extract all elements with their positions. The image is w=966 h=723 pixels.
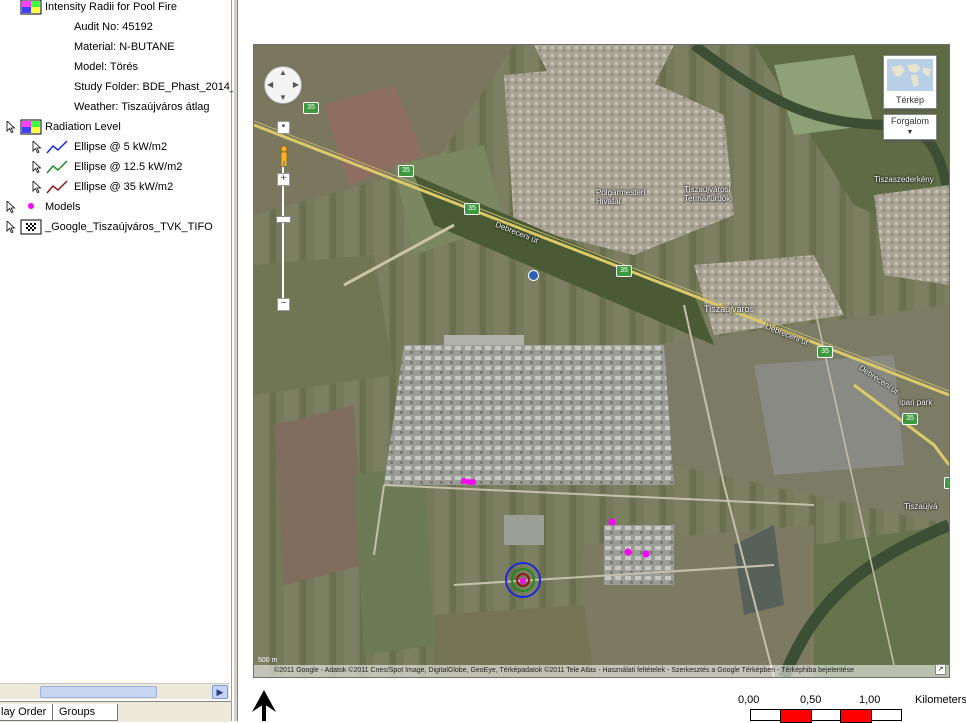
route-35-shield: 35 — [616, 265, 632, 277]
zoom-out-button[interactable]: − — [277, 298, 290, 311]
layer-google-image[interactable]: _Google_Tiszaújváros_TVK_TIFO — [6, 218, 213, 236]
map-copyright: ©2011 Google - Adatok ©2011 Cnes/Spot Im… — [254, 665, 949, 677]
scale-bar-frame — [750, 709, 902, 721]
multicolor-layer-icon — [20, 0, 42, 15]
map-type-label: Térkép — [895, 95, 924, 105]
pegman-icon[interactable] — [278, 145, 290, 167]
scale-units: Kilometers — [915, 694, 966, 706]
pointer-icon — [32, 161, 42, 173]
route-35-shield: 35 — [398, 165, 414, 177]
material-text: Material: N-BUTANE — [74, 41, 175, 53]
route-35-shield: 35 — [464, 203, 480, 215]
pointer-icon — [6, 221, 16, 233]
label-termalfurdo: Tiszaújvárosi Termálfürdők — [684, 185, 731, 203]
world-map-icon — [887, 59, 933, 91]
scale-tick-0: 0,00 — [738, 694, 760, 706]
model-text: Model: Törés — [74, 61, 138, 73]
label-tiszaujvaros: Tiszaújváros — [704, 304, 755, 314]
route-35-shield: 35 — [944, 477, 949, 489]
layer-models[interactable]: Models — [6, 198, 80, 216]
raster-layer-icon — [20, 219, 42, 235]
layer-legend-panel: Intensity Radii for Pool Fire Audit No: … — [0, 0, 236, 722]
google-layer-label: _Google_Tiszaújváros_TVK_TIFO — [45, 221, 213, 233]
satellite-imagery — [254, 45, 949, 677]
scale-tick-100: 1,00 — [859, 694, 881, 706]
scale-tick-050: 0,50 — [800, 694, 822, 706]
pointer-icon — [32, 181, 42, 193]
zoom-reset-icon[interactable]: • — [277, 121, 290, 134]
layer-ellipse-5[interactable]: Ellipse @ 5 kW/m2 — [32, 138, 167, 156]
pan-control[interactable]: ▲ ▼ ◀ ▶ — [264, 66, 302, 104]
ellipse-5-label: Ellipse @ 5 kW/m2 — [74, 141, 168, 153]
line-blue-icon — [46, 140, 68, 154]
intensity-group-label: Intensity Radii for Pool Fire — [45, 1, 178, 13]
route-35-shield: 35 — [902, 413, 918, 425]
point-magenta-icon — [28, 203, 34, 209]
traffic-label: Forgalom — [890, 116, 929, 126]
dropdown-arrow-icon: ▼ — [906, 129, 914, 136]
scale-bar: 0,00 0,50 1,00 Kilometers — [735, 694, 966, 723]
transit-icon[interactable] — [528, 270, 539, 281]
scroll-right-icon[interactable]: ▶ — [212, 685, 228, 699]
zoom-in-button[interactable]: + — [277, 173, 290, 186]
label-tiszaujvaros-edge: Tiszaújvá — [904, 502, 938, 511]
expand-icon[interactable]: ↗ — [935, 664, 946, 675]
scrollbar-thumb[interactable] — [40, 686, 157, 698]
layer-ellipse-35[interactable]: Ellipse @ 35 kW/m2 — [32, 178, 173, 196]
ellipse-35-label: Ellipse @ 35 kW/m2 — [74, 181, 174, 193]
toc-tabs: lay Order Groups — [0, 701, 231, 722]
tab-groups[interactable]: Groups — [52, 704, 118, 721]
label-tiszaszederkeny: Tiszaszederkény — [874, 175, 934, 184]
layer-ellipse-12-5[interactable]: Ellipse @ 12.5 kW/m2 — [32, 158, 182, 176]
line-darkred-icon — [46, 180, 68, 194]
legend-horizontal-scrollbar[interactable]: ▶ — [0, 683, 229, 699]
pointer-icon — [32, 141, 42, 153]
line-green-icon — [46, 160, 68, 174]
weather-text: Weather: Tiszaújváros átlag — [74, 101, 210, 113]
route-35-shield: 35 — [817, 346, 833, 358]
pointer-icon — [6, 201, 16, 213]
pointer-icon — [6, 121, 16, 133]
map-scale-label: 500 m — [258, 657, 278, 664]
satellite-map[interactable]: Polgármesteri Hivatal Tiszaújvárosi Term… — [253, 44, 950, 678]
radiation-ellipses — [505, 562, 541, 598]
zoom-slider[interactable] — [276, 216, 291, 223]
north-arrow-icon — [252, 690, 276, 721]
map-type-button[interactable]: Térkép — [883, 55, 937, 109]
ellipse-12-5-label: Ellipse @ 12.5 kW/m2 — [74, 161, 183, 173]
route-35-shield: 35 — [303, 102, 319, 114]
study-folder-text: Study Folder: BDE_Phast_2014_ — [74, 81, 237, 93]
layer-intensity-radii[interactable]: Intensity Radii for Pool Fire — [20, 0, 177, 16]
audit-no-text: Audit No: 45192 — [74, 21, 153, 33]
layer-radiation-level[interactable]: Radiation Level — [6, 118, 121, 136]
traffic-overlay-button[interactable]: Forgalom ▼ — [883, 114, 937, 140]
label-polgarmesteri-hivatal: Polgármesteri Hivatal — [596, 188, 646, 206]
label-ipari-park: Ipari park — [899, 398, 933, 407]
multicolor-layer-icon — [20, 119, 42, 135]
panel-splitter[interactable] — [233, 0, 238, 721]
models-label: Models — [45, 201, 81, 213]
radiation-level-label: Radiation Level — [45, 121, 121, 133]
tab-display-order[interactable]: lay Order — [0, 704, 54, 721]
